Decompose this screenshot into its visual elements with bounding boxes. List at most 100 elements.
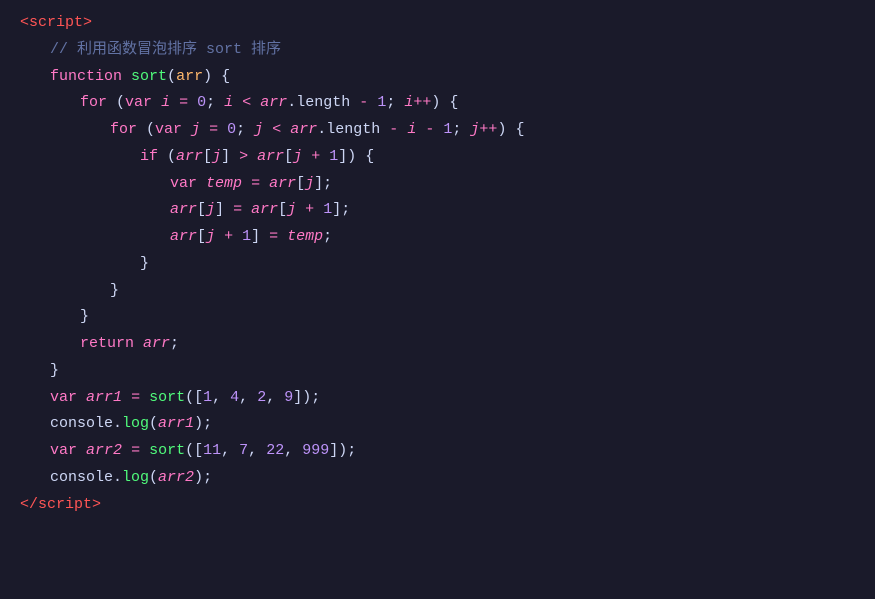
op-eq1: = <box>179 91 188 116</box>
sp <box>140 386 149 411</box>
var-j2: j <box>254 118 263 143</box>
sp: , <box>239 386 257 411</box>
kw-for2: for <box>110 118 137 143</box>
sp <box>368 91 377 116</box>
kw-var4: var <box>50 386 77 411</box>
console2: console. <box>50 466 122 491</box>
op-plus2: + <box>305 198 314 223</box>
line-var-arr2: var arr2 = sort ([ 11 , 7 , 22 , 999 ]); <box>0 438 875 465</box>
arr-return: arr <box>143 332 170 357</box>
brace-close1: } <box>140 252 149 277</box>
sp <box>197 172 206 197</box>
arr6: arr <box>170 198 197 223</box>
arr8: arr <box>170 225 197 250</box>
log1: log <box>122 412 149 437</box>
tag-close: </script> <box>20 493 101 518</box>
sp <box>170 91 179 116</box>
line-console-arr2: console. log ( arr2 ); <box>0 465 875 492</box>
op-eq3: = <box>251 172 260 197</box>
op-eq7: = <box>131 439 140 464</box>
arr5: arr <box>269 172 296 197</box>
op-inc1: ++ <box>413 91 431 116</box>
param-arr: arr <box>176 65 203 90</box>
sp: ); <box>194 412 212 437</box>
kw-var3: var <box>170 172 197 197</box>
var-j5: j <box>293 145 302 170</box>
sp: ( <box>137 118 155 143</box>
sp <box>398 118 407 143</box>
op-lt2: < <box>272 118 281 143</box>
op-eq4: = <box>233 198 242 223</box>
sp <box>314 198 323 223</box>
sp <box>77 386 86 411</box>
line-console-arr1: console. log ( arr1 ); <box>0 411 875 438</box>
num-22: 22 <box>266 439 284 464</box>
var-j9: j <box>206 225 215 250</box>
sp <box>218 118 227 143</box>
arr1: arr <box>260 91 287 116</box>
kw-var1: var <box>125 91 152 116</box>
op-inc2: ++ <box>479 118 497 143</box>
var-j8: j <box>287 198 296 223</box>
num-1c: 1 <box>329 145 338 170</box>
length2: length <box>326 118 380 143</box>
sp: ; <box>206 91 224 116</box>
sp <box>233 91 242 116</box>
var-temp: temp <box>206 172 242 197</box>
sp: ; <box>323 225 332 250</box>
arr1-arg: arr1 <box>158 412 194 437</box>
op-minus3: - <box>425 118 434 143</box>
sp <box>242 172 251 197</box>
length1: length <box>296 91 350 116</box>
sp: [ <box>296 172 305 197</box>
var-j: j <box>191 118 200 143</box>
line-arr-j-assign: arr [ j ] = arr [ j + 1 ]; <box>0 197 875 224</box>
sp <box>122 386 131 411</box>
kw-var2: var <box>155 118 182 143</box>
op-plus1: + <box>311 145 320 170</box>
sp: , <box>221 439 239 464</box>
var-i4: i <box>407 118 416 143</box>
num-0: 0 <box>197 91 206 116</box>
line-var-temp: var temp = arr [ j ]; <box>0 171 875 198</box>
op-minus1: - <box>359 91 368 116</box>
sp: ]; <box>314 172 332 197</box>
sp: ] <box>251 225 269 250</box>
arr2-arg: arr2 <box>158 466 194 491</box>
tag-open: <script> <box>20 11 92 36</box>
kw-return: return <box>80 332 134 357</box>
sp <box>263 118 272 143</box>
line-script-close: </script> <box>0 492 875 519</box>
sp <box>77 439 86 464</box>
line-function-decl: function sort ( arr ) { <box>0 64 875 91</box>
paren-close: ) <box>203 65 212 90</box>
sp: ]); <box>293 386 320 411</box>
line-close-for-inner: } <box>0 278 875 305</box>
sp: ; <box>452 118 470 143</box>
space <box>122 65 131 90</box>
arr4: arr <box>257 145 284 170</box>
sp <box>140 439 149 464</box>
sp: ); <box>194 466 212 491</box>
sp <box>281 118 290 143</box>
line-return: return arr ; <box>0 331 875 358</box>
line-arr-j1-assign: arr [ j + 1 ] = temp ; <box>0 224 875 251</box>
brace-close2: } <box>110 279 119 304</box>
sp <box>434 118 443 143</box>
sp <box>200 118 209 143</box>
sp: ] <box>221 145 239 170</box>
sp <box>233 225 242 250</box>
op-eq6: = <box>131 386 140 411</box>
num-1b: 1 <box>443 118 452 143</box>
var-j6: j <box>305 172 314 197</box>
num-999: 999 <box>302 439 329 464</box>
num-arr1: 1 <box>203 386 212 411</box>
num-arr2: 4 <box>230 386 239 411</box>
comment-text: // 利用函数冒泡排序 sort 排序 <box>50 38 281 63</box>
sp: , <box>284 439 302 464</box>
sp <box>248 145 257 170</box>
sp: ]) { <box>338 145 374 170</box>
sp <box>242 198 251 223</box>
num-1e: 1 <box>242 225 251 250</box>
var-i: i <box>161 91 170 116</box>
